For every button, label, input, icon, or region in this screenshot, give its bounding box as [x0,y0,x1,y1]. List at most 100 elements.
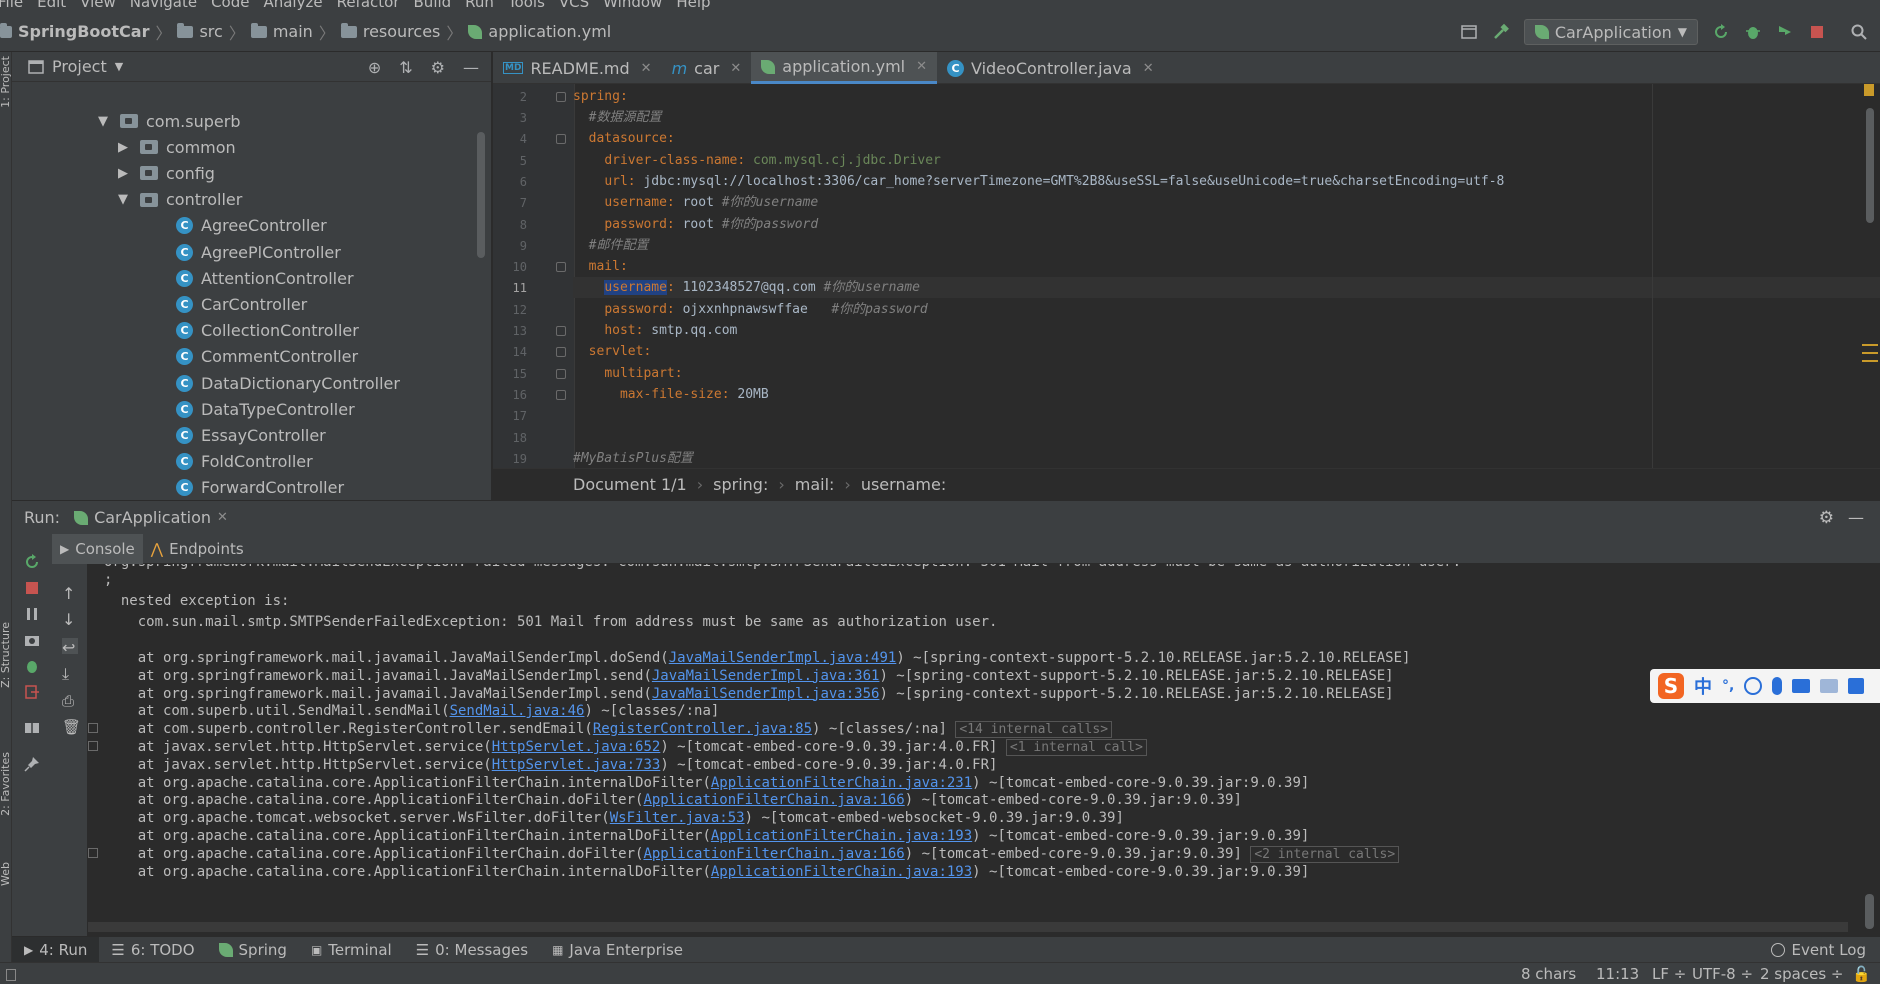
structure-tool-tab[interactable]: Z: Structure [0,622,12,688]
pin-icon[interactable] [24,756,40,772]
menu-tools[interactable]: Tools [508,0,545,11]
tree-item-package[interactable]: ▶ config [118,160,215,186]
tree-item-class[interactable]: C CollectionController [176,318,359,344]
status-indent[interactable]: 2 spaces ÷ [1760,965,1843,983]
tool-messages[interactable]: ☰ 0: Messages [404,937,540,963]
fold-marker-icon[interactable] [556,347,566,357]
tree-item-class[interactable]: C DataDictionaryController [176,370,400,396]
trash-icon[interactable]: 🗑 [62,718,81,736]
close-icon[interactable]: ✕ [1143,61,1154,76]
exit-icon[interactable] [24,684,40,700]
search-icon[interactable] [1850,23,1868,41]
console-scrollbar[interactable] [1865,894,1874,929]
tree-item-class[interactable]: C FoldController [176,449,313,475]
run-config-tab[interactable]: CarApplication ✕ [74,508,228,527]
source-link[interactable]: JavaMailSenderImpl.java:491 [669,650,897,666]
internal-calls-badge[interactable]: <2 internal calls> [1250,845,1400,863]
stop-icon[interactable] [1808,23,1826,41]
project-scrollbar[interactable] [477,132,485,258]
stop-icon[interactable] [24,580,40,596]
warning-marker[interactable] [1864,84,1874,96]
tab-car[interactable]: m car ✕ [662,52,752,84]
internal-calls-badge[interactable]: <14 internal calls> [955,721,1113,739]
menu-file[interactable]: File [0,0,23,11]
tool-terminal[interactable]: ▣ Terminal [299,937,404,963]
status-encoding[interactable]: UTF-8 ÷ [1692,965,1753,983]
favorites-tool-tab[interactable]: 2: Favorites [0,752,12,816]
scroll-to-end-icon[interactable]: ⤓ [62,664,78,683]
breadcrumb-document[interactable]: Document 1/1 [573,475,687,494]
tree-item-class[interactable]: C AgreePlController [176,239,341,265]
tree-item-class[interactable]: C DataTypeController [176,396,355,422]
breadcrumb-username[interactable]: username: [861,475,946,494]
rerun-icon[interactable] [1712,23,1730,41]
source-link[interactable]: SendMail.java:46 [450,703,585,719]
minimize-icon[interactable]: — [463,58,479,77]
tool-todo[interactable]: ☰ 6: TODO [99,937,206,963]
menu-analyze[interactable]: Analyze [263,0,322,11]
fold-marker-icon[interactable] [88,847,98,858]
shirt-icon[interactable] [1848,678,1865,694]
toolbox-icon[interactable] [1820,679,1839,693]
gear-icon[interactable]: ⚙ [431,58,445,77]
window-icon[interactable] [1460,23,1478,41]
menu-navigate[interactable]: Navigate [130,0,197,11]
breadcrumb-project[interactable]: SpringBootCar [0,22,149,41]
tab-video-controller[interactable]: C VideoController.java ✕ [937,52,1164,84]
print-icon[interactable]: ⎙ [62,692,78,710]
menu-build[interactable]: Build [414,0,452,11]
close-icon[interactable]: ✕ [916,59,927,74]
source-link[interactable]: ApplicationFilterChain.java:193 [711,864,972,880]
close-icon[interactable]: ✕ [730,61,741,76]
fold-marker-icon[interactable] [88,741,98,751]
status-window-icon[interactable] [6,969,16,981]
camera-icon[interactable] [24,632,40,648]
pause-icon[interactable] [24,606,40,622]
menu-window[interactable]: Window [603,0,662,11]
collapse-arrow-icon[interactable]: ▶ [118,140,132,155]
lock-icon[interactable]: 🔓 [1852,965,1871,983]
sogou-logo-icon[interactable]: S [1658,673,1684,699]
source-link[interactable]: ApplicationFilterChain.java:166 [643,792,904,808]
collapse-all-icon[interactable]: ⇅ [399,58,412,77]
internal-calls-badge[interactable]: <1 internal call> [1005,739,1147,756]
source-link[interactable]: ApplicationFilterChain.java:193 [711,828,972,844]
source-link[interactable]: JavaMailSenderImpl.java:356 [652,686,880,702]
source-link[interactable]: WsFilter.java:53 [610,810,745,826]
editor-scrollbar[interactable] [1866,108,1874,223]
breadcrumb-resources[interactable]: resources [340,22,440,41]
source-link[interactable]: RegisterController.java:85 [593,721,812,737]
fold-marker-icon[interactable] [556,262,566,272]
project-panel-title[interactable]: Project [52,57,107,76]
down-arrow-icon[interactable]: ↓ [62,610,78,629]
menu-code[interactable]: Code [211,0,249,11]
breadcrumb-src[interactable]: src [177,22,223,41]
up-arrow-icon[interactable]: ↑ [62,584,78,603]
fold-marker-icon[interactable] [556,326,566,336]
collapse-arrow-icon[interactable]: ▶ [118,166,132,181]
project-tool-tab[interactable]: 1: Project [0,56,12,108]
menu-refactor[interactable]: Refactor [337,0,400,11]
close-icon[interactable]: ✕ [217,510,228,525]
build-hammer-icon[interactable] [1492,23,1510,41]
expand-arrow-icon[interactable]: ▼ [98,114,112,129]
breadcrumb-file[interactable]: application.yml [468,22,611,41]
chevron-down-icon[interactable]: ▼ [115,60,123,73]
ime-language[interactable]: 中 [1694,673,1712,699]
source-link[interactable]: JavaMailSenderImpl.java:361 [652,668,880,684]
fold-marker-icon[interactable] [556,369,566,379]
tool-java-enterprise[interactable]: ▦ Java Enterprise [540,937,695,963]
error-stripe-icon[interactable] [1862,344,1878,362]
source-link[interactable]: HttpServlet.java:733 [492,757,661,773]
minimize-icon[interactable]: — [1848,508,1864,527]
console-output[interactable]: org.springframework.mail.MailSendExcepti… [88,564,1880,936]
code-editor[interactable]: 2 3 4 5 6 7 8 9 10 11 12 13 14 15 16 17 18 19 spring: #数据… [493,84,1880,468]
tab-readme[interactable]: MD README.md ✕ [493,52,662,84]
menu-help[interactable]: Help [676,0,710,11]
tree-item-package[interactable]: ▼ com.superb [98,108,240,134]
tab-application-yml[interactable]: application.yml ✕ [751,52,938,84]
debug-icon[interactable] [24,658,40,674]
fold-marker-icon[interactable] [556,92,566,102]
tree-item-class[interactable]: C EssayController [176,422,326,448]
breadcrumb-main[interactable]: main [250,22,313,41]
